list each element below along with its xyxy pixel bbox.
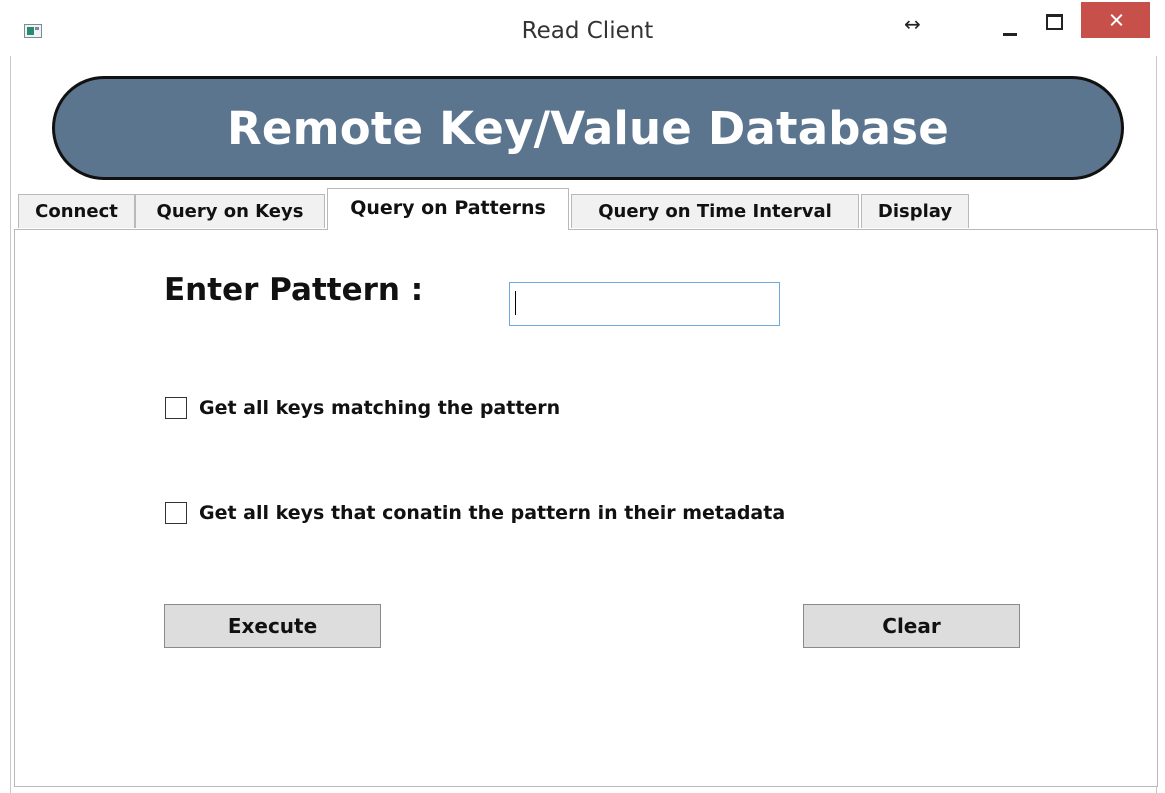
execute-button[interactable]: Execute [164, 604, 381, 648]
checkbox-keys-pattern-in-metadata[interactable] [165, 502, 187, 524]
enter-pattern-label: Enter Pattern : [164, 272, 424, 308]
title-bar[interactable]: Read Client ↔ [0, 0, 1165, 56]
tab-query-on-patterns[interactable]: Query on Patterns [327, 188, 569, 230]
close-icon[interactable] [1081, 2, 1150, 38]
resize-arrow-icon: ↔ [904, 12, 921, 36]
tab-query-on-keys[interactable]: Query on Keys [135, 194, 325, 228]
read-client-window: Read Client ↔ Remote Key/Value Database … [0, 0, 1165, 793]
checkbox-keys-matching-pattern[interactable] [165, 397, 187, 419]
banner-title: Remote Key/Value Database [227, 101, 949, 155]
app-banner: Remote Key/Value Database [52, 76, 1124, 180]
tab-query-on-time-interval[interactable]: Query on Time Interval [571, 194, 859, 228]
tab-connect[interactable]: Connect [18, 194, 135, 228]
text-caret [515, 291, 516, 315]
checkbox-label: Get all keys matching the pattern [199, 397, 561, 419]
checkbox-label: Get all keys that conatin the pattern in… [199, 502, 786, 524]
option-keys-pattern-in-metadata[interactable]: Get all keys that conatin the pattern in… [165, 502, 785, 524]
window-title: Read Client [521, 18, 654, 44]
clear-button[interactable]: Clear [803, 604, 1020, 648]
maximize-icon[interactable] [1036, 6, 1070, 42]
tab-display[interactable]: Display [861, 194, 969, 228]
minimize-icon[interactable] [994, 6, 1028, 42]
option-keys-matching-pattern[interactable]: Get all keys matching the pattern [165, 397, 560, 419]
pattern-input[interactable] [509, 282, 780, 326]
